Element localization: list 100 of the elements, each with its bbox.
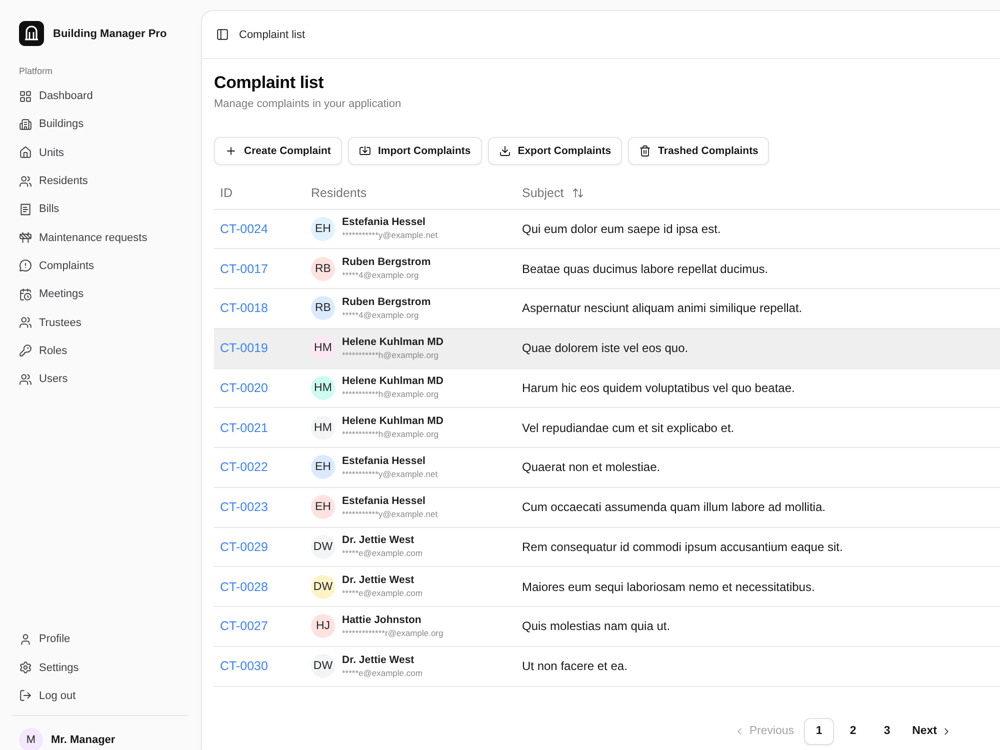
resident-email: ***********h@example.org xyxy=(342,389,440,400)
receipt-icon xyxy=(19,202,32,216)
page-title: Complaint list xyxy=(214,72,325,94)
resident-email: ***********y@example.net xyxy=(342,230,438,242)
complaint-subject: Cum occaecati assumenda quam illum labore ad mollitia. xyxy=(522,500,826,514)
nav-link[interactable]: Users xyxy=(11,364,189,394)
resident-email: *****e@example.com xyxy=(342,588,422,600)
users-icon xyxy=(19,372,32,386)
complaint-id-link[interactable]: CT-0017 xyxy=(220,262,268,276)
resident-name: Ruben Bergstrom xyxy=(342,256,431,270)
section-label: Platform xyxy=(18,65,54,77)
complaint-subject: Quae dolorem iste vel eos quo. xyxy=(522,341,688,356)
nav-link[interactable]: Roles xyxy=(11,336,189,365)
grid-icon xyxy=(19,90,32,103)
resident-email: *****4@example.org xyxy=(342,270,420,282)
complaint-id-link[interactable]: CT-0023 xyxy=(220,500,268,514)
complaint-subject: Quaerat non et molestiae. xyxy=(522,460,660,474)
settings-icon xyxy=(19,661,32,674)
resident-email: *************r@example.org xyxy=(342,628,444,639)
resident-name: Helene Kuhlman MD xyxy=(342,336,444,349)
tray-arrow-icon xyxy=(358,145,371,157)
resident-name: Ruben Bergstrom xyxy=(342,296,431,309)
complaint-id-link[interactable]: CT-0018 xyxy=(220,301,268,316)
resident-name: Helene Kuhlman MD xyxy=(342,375,444,388)
nav-link[interactable]: Bills xyxy=(11,195,189,224)
nav-link[interactable]: Complaints xyxy=(11,252,189,280)
building-icon xyxy=(19,118,32,131)
user-icon xyxy=(19,632,32,646)
complaint-subject: Rem consequatur id commodi ipsum accusantium eaque sit. xyxy=(522,540,843,554)
resident-email: ***********y@example.net xyxy=(342,468,438,480)
page-button[interactable]: 1 xyxy=(804,718,834,744)
resident-name: Estefania Hessel xyxy=(342,454,426,468)
resident-avatar: EH xyxy=(311,455,335,480)
nav-link[interactable]: Settings xyxy=(11,653,189,682)
next-page-button[interactable]: Next xyxy=(906,718,958,744)
resident-avatar: HJ xyxy=(311,614,335,638)
barrier-icon xyxy=(19,231,32,244)
resident-name: Estefania Hessel xyxy=(342,216,426,230)
column-header: ID xyxy=(220,186,232,200)
nav-link[interactable]: Residents xyxy=(11,166,189,196)
resident-name: Estefania Hessel xyxy=(342,494,426,508)
resident-email: *****4@example.org xyxy=(342,310,420,321)
complaint-subject: Aspernatur nesciunt aliquam animi similique repellat. xyxy=(522,301,802,316)
resident-email: *****e@example.com xyxy=(342,668,422,679)
nav-link[interactable]: Maintenance requests xyxy=(11,223,189,252)
nav-link[interactable]: Units xyxy=(11,138,189,167)
resident-avatar: HM xyxy=(311,336,335,360)
nav-link[interactable]: Dashboard xyxy=(11,82,189,110)
complaint-subject: Vel repudiandae cum et sit explicabo et. xyxy=(522,420,734,435)
download-icon xyxy=(498,145,511,157)
complaint-subject: Ut non facere et ea. xyxy=(522,659,628,674)
complaint-subject: Maiores eum sequi laboriosam nemo et necessitatibus. xyxy=(522,580,815,594)
column-header: Residents xyxy=(311,186,367,200)
resident-email: *****e@example.com xyxy=(342,548,422,560)
complaint-id-link[interactable]: CT-0027 xyxy=(220,619,268,634)
nav-link[interactable]: Profile xyxy=(11,625,189,654)
complaint-subject: Qui eum dolor eum saepe id ipsa est. xyxy=(522,222,721,236)
nav-link[interactable]: Buildings xyxy=(11,110,189,139)
complaint-id-link[interactable]: CT-0020 xyxy=(220,380,268,395)
resident-name: Dr. Jettie West xyxy=(342,574,416,588)
nav-link[interactable]: Trustees xyxy=(11,308,189,337)
logout-icon xyxy=(19,689,32,702)
breadcrumb: Complaint list xyxy=(239,28,306,40)
action-button[interactable]: Trashed Complaints xyxy=(628,137,770,165)
sidebar-toggle-icon[interactable] xyxy=(216,28,229,41)
resident-avatar: RB xyxy=(311,256,335,281)
trash-icon xyxy=(639,145,652,157)
nav-link[interactable]: Meetings xyxy=(11,280,189,308)
message-alert-icon xyxy=(19,259,32,272)
plus-icon xyxy=(225,145,237,157)
column-header: Subject xyxy=(522,186,564,200)
sort-icon[interactable] xyxy=(572,186,584,199)
user-name: Mr. Manager xyxy=(51,734,116,746)
resident-email: ***********h@example.org xyxy=(342,429,440,440)
complaint-subject: Harum hic eos quidem voluptatibus vel quo beatae. xyxy=(522,380,795,395)
calendar-clock-icon xyxy=(19,288,32,301)
complaint-id-link[interactable]: CT-0029 xyxy=(220,540,268,554)
user-avatar: M xyxy=(19,728,43,750)
action-button[interactable]: Create Complaint xyxy=(214,137,342,165)
resident-avatar: DW xyxy=(311,654,335,678)
app-name: Building Manager Pro xyxy=(53,28,167,40)
resident-email: ***********h@example.org xyxy=(342,350,440,361)
action-button[interactable]: Import Complaints xyxy=(348,137,482,165)
resident-avatar: HM xyxy=(311,416,335,440)
resident-avatar: HM xyxy=(311,376,335,400)
complaint-id-link[interactable]: CT-0030 xyxy=(220,659,268,674)
complaint-id-link[interactable]: CT-0028 xyxy=(220,580,268,594)
action-button[interactable]: Export Complaints xyxy=(488,137,622,165)
house-icon xyxy=(19,146,32,160)
page-subtitle: Manage complaints in your application xyxy=(214,97,402,111)
users-icon xyxy=(19,174,32,188)
resident-name: Hattie Johnston xyxy=(342,614,422,627)
complaint-id-link[interactable]: CT-0022 xyxy=(220,460,268,474)
complaint-id-link[interactable]: CT-0024 xyxy=(220,222,268,236)
resident-avatar: EH xyxy=(311,495,335,520)
resident-avatar: EH xyxy=(311,216,335,241)
nav-link[interactable]: Log out xyxy=(11,682,189,710)
complaint-id-link[interactable]: CT-0021 xyxy=(220,420,268,435)
resident-avatar: RB xyxy=(311,296,335,320)
key-icon xyxy=(19,344,32,358)
